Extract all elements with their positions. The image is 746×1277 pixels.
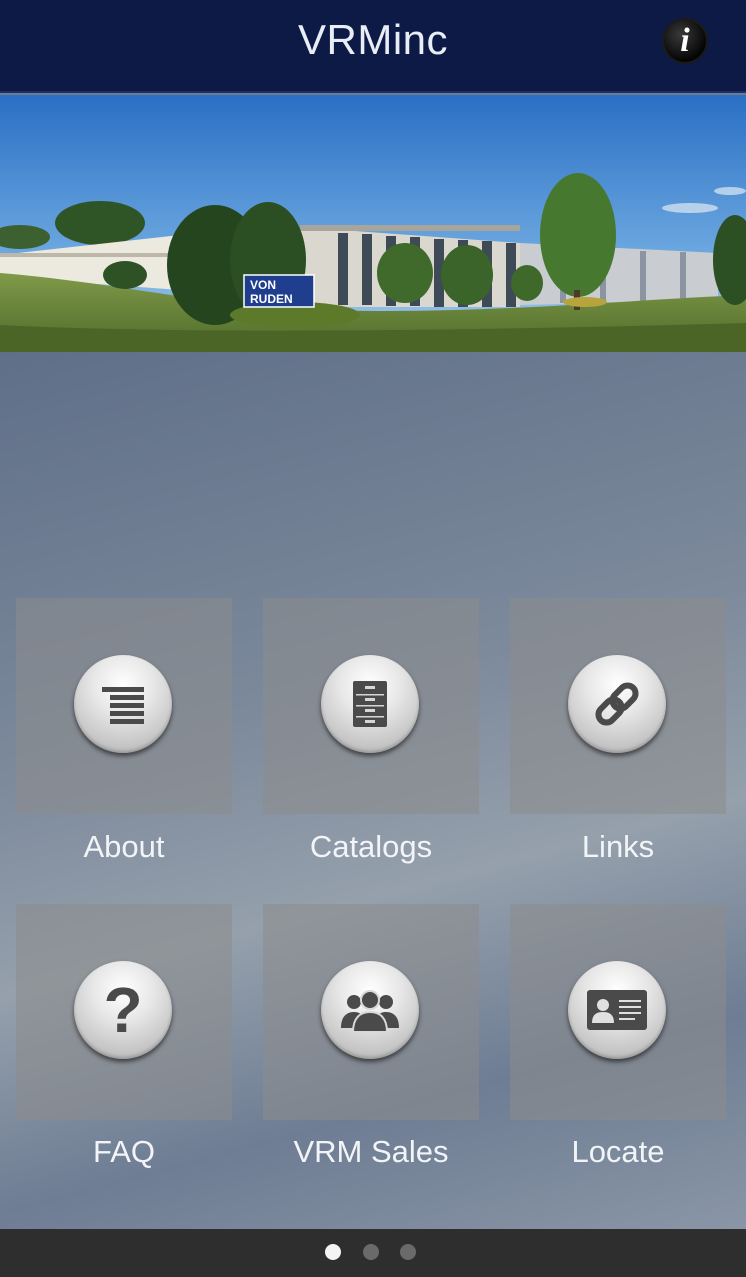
chain-link-icon — [595, 682, 639, 726]
page-dot-2[interactable] — [363, 1244, 379, 1260]
people-group-icon — [341, 990, 399, 1032]
tile-about-label: About — [83, 829, 165, 864]
page-dot-1[interactable] — [325, 1244, 341, 1260]
links-button[interactable] — [568, 655, 666, 753]
tile-links[interactable] — [510, 598, 726, 814]
tile-faq-label: FAQ — [92, 1134, 155, 1169]
locate-button[interactable] — [568, 961, 666, 1059]
faq-button[interactable]: ? — [74, 961, 172, 1059]
app-header: VRMinc i — [0, 0, 746, 93]
question-mark-icon: ? — [103, 974, 143, 1046]
page-dot-3[interactable] — [400, 1244, 416, 1260]
tile-catalogs-label: Catalogs — [309, 829, 433, 864]
info-button[interactable]: i — [662, 18, 708, 64]
about-button[interactable] — [74, 655, 172, 753]
tile-vrm-sales[interactable] — [263, 904, 479, 1120]
catalogs-button[interactable] — [321, 655, 419, 753]
sign-text-line1: VON — [250, 278, 276, 292]
menu-lines-icon — [102, 687, 144, 724]
file-cabinet-icon — [353, 681, 387, 727]
tile-vrm-sales-label: VRM Sales — [293, 1134, 449, 1169]
tile-about[interactable] — [16, 598, 232, 814]
tile-faq[interactable]: ? — [16, 904, 232, 1120]
contact-card-icon — [587, 990, 647, 1030]
building-photo: VON RUDEN — [0, 95, 746, 352]
sign-text-line2: RUDEN — [250, 292, 293, 306]
hero-image: VON RUDEN — [0, 95, 746, 352]
tile-locate-label: Locate — [571, 1134, 665, 1169]
info-icon: i — [680, 22, 690, 59]
tile-links-label: Links — [581, 829, 655, 864]
tile-locate[interactable] — [510, 904, 726, 1120]
tile-catalogs[interactable] — [263, 598, 479, 814]
vrm-sales-button[interactable] — [321, 961, 419, 1059]
app-title: VRMinc — [297, 16, 449, 63]
